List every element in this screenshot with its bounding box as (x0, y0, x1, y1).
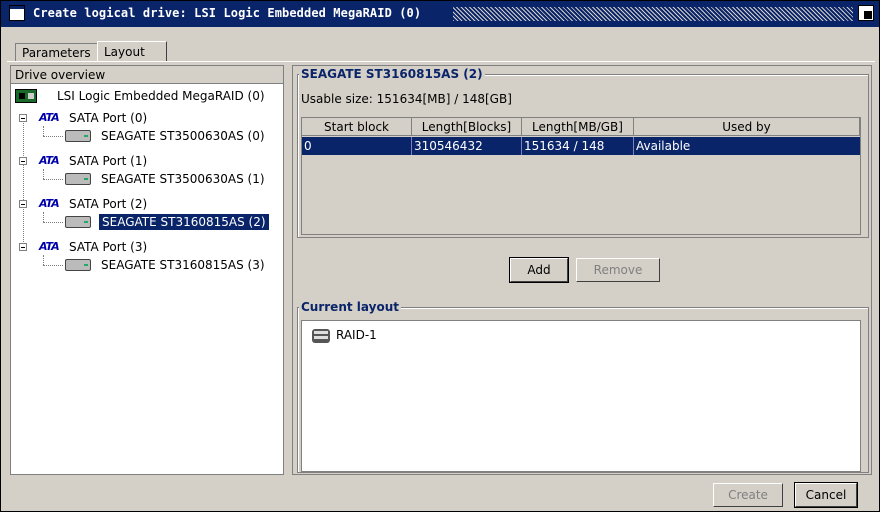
table-row[interactable]: 0 310546432 151634 / 148 Available (302, 137, 860, 155)
tree-line (43, 179, 63, 181)
tree-item-drive-3[interactable]: SEAGATE ST3160815AS (3) (65, 257, 275, 273)
collapse-icon[interactable] (19, 243, 27, 251)
drive-label-selected: SEAGATE ST3160815AS (2) (99, 214, 269, 230)
tree-line (43, 222, 63, 224)
tree-item-port-1[interactable]: ATA SATA Port (1) (31, 153, 271, 169)
collapse-icon[interactable] (19, 200, 27, 208)
layout-panel: SEAGATE ST3160815AS (2) Usable size: 151… (292, 65, 872, 475)
usable-size-text: Usable size: 151634[MB] / 148[GB] (301, 92, 512, 106)
port-label: SATA Port (3) (69, 240, 148, 254)
ata-port-icon: ATA (39, 111, 60, 124)
column-header[interactable]: Used by (634, 118, 860, 136)
cell-used-by: Available (636, 139, 691, 153)
tree-line (43, 126, 45, 136)
drive-overview-header: Drive overview (11, 66, 283, 84)
window-title: Create logical drive: LSI Logic Embedded… (33, 6, 422, 20)
tab-divider (7, 61, 875, 62)
raid-array-icon (312, 329, 330, 343)
column-header[interactable]: Length[MB/GB] (522, 118, 634, 136)
raid-controller-icon (15, 89, 37, 103)
undock-icon[interactable] (858, 5, 874, 21)
cancel-button[interactable]: Cancel (794, 482, 858, 508)
block-table[interactable]: Start block Length[Blocks] Length[MB/GB]… (301, 117, 861, 235)
drive-overview-panel: Drive overview LSI Logic Embedded MegaRA… (10, 65, 284, 475)
window-icon (9, 5, 25, 21)
create-button[interactable]: Create (713, 483, 783, 507)
cell-length-blocks: 310546432 (412, 137, 522, 155)
collapse-icon[interactable] (19, 157, 27, 165)
ata-port-icon: ATA (39, 154, 60, 167)
drive-label: SEAGATE ST3160815AS (3) (101, 258, 265, 272)
remove-button[interactable]: Remove (576, 258, 660, 282)
tree-line (43, 255, 45, 265)
port-label: SATA Port (2) (69, 197, 148, 211)
cell-length-mb-gb: 151634 / 148 (522, 137, 634, 155)
button-bar: Create Cancel (1, 479, 879, 511)
title-drag-area[interactable] (453, 7, 853, 21)
tree-line (43, 169, 45, 179)
ata-port-icon: ATA (39, 240, 60, 253)
add-button[interactable]: Add (509, 257, 569, 283)
tree-item-drive-2[interactable]: SEAGATE ST3160815AS (2) (65, 214, 275, 230)
dialog-window: Create logical drive: LSI Logic Embedded… (0, 0, 880, 512)
title-bar[interactable]: Create logical drive: LSI Logic Embedded… (1, 1, 879, 27)
hard-disk-icon (65, 173, 91, 185)
column-header[interactable]: Length[Blocks] (412, 118, 522, 136)
tree-line (43, 136, 63, 138)
tree-line (23, 114, 25, 250)
drive-details-title: SEAGATE ST3160815AS (2) (299, 67, 485, 81)
port-label: SATA Port (0) (69, 111, 148, 125)
tree-item-controller[interactable]: LSI Logic Embedded MegaRAID (0) (15, 88, 275, 104)
tab-parameters[interactable]: Parameters (15, 43, 101, 61)
tree-item-port-0[interactable]: ATA SATA Port (0) (31, 110, 271, 126)
tree-line (43, 265, 63, 267)
cell-start-block: 0 (302, 137, 412, 155)
current-layout-area[interactable]: RAID-1 (301, 320, 861, 472)
current-layout-title: Current layout (299, 300, 401, 314)
drive-label: SEAGATE ST3500630AS (1) (101, 172, 265, 186)
hard-disk-icon (65, 259, 91, 271)
port-label: SATA Port (1) (69, 154, 148, 168)
tree-item-drive-1[interactable]: SEAGATE ST3500630AS (1) (65, 171, 275, 187)
tree-item-drive-0[interactable]: SEAGATE ST3500630AS (0) (65, 128, 275, 144)
tab-layout[interactable]: Layout (97, 41, 167, 61)
layout-item-raid[interactable]: RAID-1 (336, 328, 377, 342)
column-header[interactable]: Start block (302, 118, 412, 136)
ata-port-icon: ATA (39, 197, 60, 210)
tree-line (43, 212, 45, 222)
hard-disk-icon (65, 216, 91, 228)
controller-label: LSI Logic Embedded MegaRAID (0) (57, 89, 265, 103)
tree-item-port-3[interactable]: ATA SATA Port (3) (31, 239, 271, 255)
drive-label: SEAGATE ST3500630AS (0) (101, 129, 265, 143)
tree-item-port-2[interactable]: ATA SATA Port (2) (31, 196, 271, 212)
hard-disk-icon (65, 130, 91, 142)
table-header: Start block Length[Blocks] Length[MB/GB]… (302, 118, 860, 136)
collapse-icon[interactable] (19, 114, 27, 122)
